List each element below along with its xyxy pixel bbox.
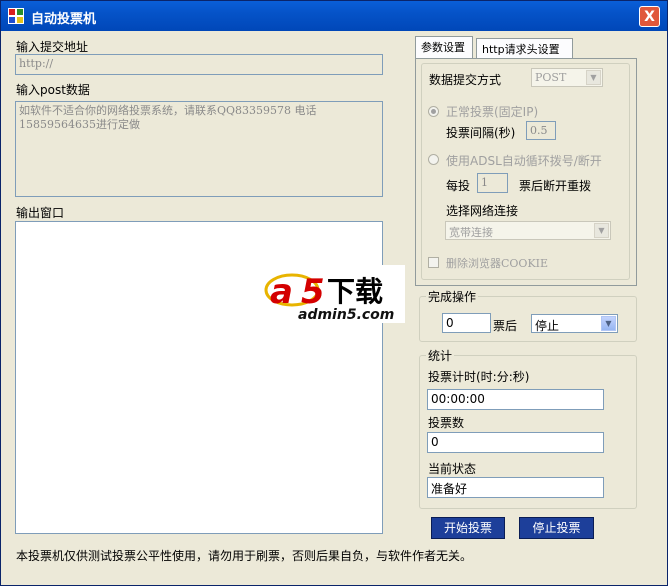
submit-method-value: POST bbox=[535, 71, 567, 84]
chevron-down-icon[interactable]: ▼ bbox=[601, 316, 616, 331]
a5-logo-icon: a 5 下载 admin5.com bbox=[264, 272, 394, 323]
every-label: 每投 bbox=[446, 179, 471, 193]
stats-title: 统计 bbox=[426, 347, 455, 364]
tab-params[interactable]: 参数设置 bbox=[415, 36, 473, 58]
params-group bbox=[421, 63, 630, 280]
watermark-logo: a 5 下载 admin5.com bbox=[264, 265, 405, 323]
post-label: 输入post数据 bbox=[16, 83, 90, 97]
complete-title: 完成操作 bbox=[426, 288, 479, 305]
normal-vote-label: 正常投票(固定IP) bbox=[446, 105, 539, 119]
main-window: 自动投票机 X 输入提交地址 http:// 输入post数据 如软件不适合你的… bbox=[0, 0, 668, 586]
post-data-textarea[interactable]: 如软件不适合你的网络投票系统，请联系QQ83359578 电话158595646… bbox=[15, 101, 383, 197]
count-label: 投票数 bbox=[428, 416, 465, 430]
redial-label: 票后断开重拨 bbox=[519, 179, 592, 193]
connection-select[interactable]: 宽带连接 ▼ bbox=[445, 221, 611, 240]
complete-count-input[interactable]: 0 bbox=[442, 313, 491, 333]
svg-text:下载: 下载 bbox=[327, 275, 383, 308]
status-label: 当前状态 bbox=[428, 462, 477, 476]
interval-label: 投票间隔(秒) bbox=[446, 126, 516, 140]
select-connection-label: 选择网络连接 bbox=[446, 204, 519, 218]
start-vote-button[interactable]: 开始投票 bbox=[431, 517, 505, 539]
every-input[interactable]: 1 bbox=[477, 173, 508, 193]
params-panel: 数据提交方式 POST ▼ 正常投票(固定IP) 投票间隔(秒) 0.5 使用A… bbox=[415, 58, 637, 286]
adsl-radio[interactable] bbox=[428, 154, 439, 165]
url-label: 输入提交地址 bbox=[16, 40, 89, 54]
window-title: 自动投票机 bbox=[31, 12, 97, 27]
normal-vote-radio[interactable] bbox=[428, 106, 439, 117]
footer-notice: 本投票机仅供测试投票公平性使用，请勿用于刷票，否则后果自负，与软件作者无关。 bbox=[16, 549, 473, 563]
tab-http-headers[interactable]: http请求头设置 bbox=[476, 38, 573, 58]
connection-value: 宽带连接 bbox=[449, 226, 493, 239]
svg-text:admin5.com: admin5.com bbox=[298, 307, 394, 323]
clear-cookie-checkbox[interactable] bbox=[428, 257, 439, 268]
svg-text:a: a bbox=[270, 272, 293, 312]
adsl-label: 使用ADSL自动循环拨号/断开 bbox=[446, 154, 602, 168]
svg-text:5: 5 bbox=[301, 272, 325, 312]
count-value: 0 bbox=[427, 432, 604, 453]
status-value: 准备好 bbox=[427, 477, 604, 498]
timer-label: 投票计时(时:分:秒) bbox=[428, 370, 530, 384]
timer-value: 00:00:00 bbox=[427, 389, 604, 410]
interval-input[interactable]: 0.5 bbox=[526, 121, 556, 140]
app-icon bbox=[8, 8, 24, 24]
submit-method-label: 数据提交方式 bbox=[429, 73, 502, 87]
output-label: 输出窗口 bbox=[16, 206, 65, 220]
complete-action-value: 停止 bbox=[535, 319, 560, 333]
after-label: 票后 bbox=[493, 319, 518, 333]
chevron-down-icon[interactable]: ▼ bbox=[594, 223, 609, 238]
tab-strip: 参数设置 http请求头设置 bbox=[415, 36, 637, 58]
complete-action-select[interactable]: 停止 ▼ bbox=[531, 314, 618, 333]
title-bar[interactable]: 自动投票机 X bbox=[1, 1, 667, 31]
url-input[interactable]: http:// bbox=[15, 54, 383, 75]
chevron-down-icon[interactable]: ▼ bbox=[586, 70, 601, 85]
stop-vote-button[interactable]: 停止投票 bbox=[519, 517, 594, 539]
submit-method-select[interactable]: POST ▼ bbox=[531, 68, 603, 87]
clear-cookie-label: 删除浏览器COOKIE bbox=[446, 257, 549, 270]
close-button[interactable]: X bbox=[639, 6, 660, 27]
